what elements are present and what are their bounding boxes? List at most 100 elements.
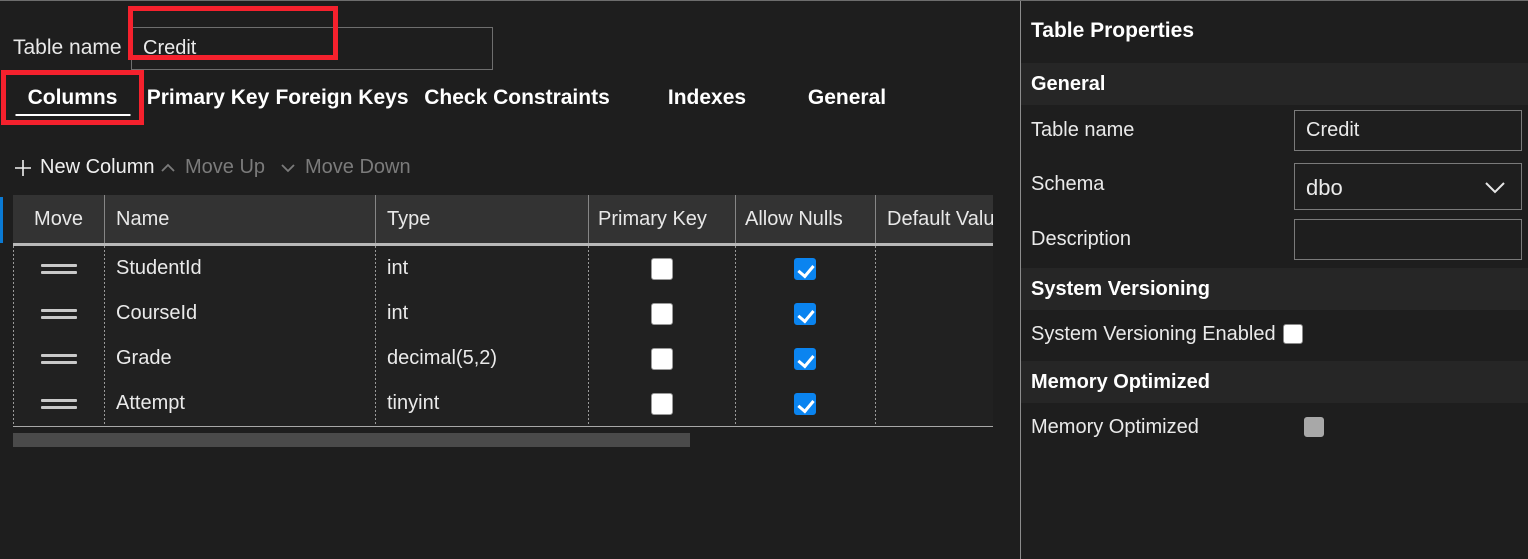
drag-handle-icon[interactable] bbox=[40, 352, 77, 366]
table-properties-pane: Table Properties General Table name Schema… bbox=[1021, 1, 1528, 559]
cell-text: CourseId bbox=[116, 302, 198, 324]
toolbar-button-label: New Column bbox=[40, 156, 155, 178]
new-column-button[interactable]: New Column bbox=[13, 145, 154, 190]
section-header-memory-optimized: Memory Optimized bbox=[1021, 361, 1528, 403]
table-name-input[interactable] bbox=[131, 27, 493, 70]
drag-handle-icon[interactable] bbox=[40, 262, 77, 276]
allow-nulls-checkbox[interactable] bbox=[794, 302, 816, 325]
primary-key-checkbox[interactable] bbox=[650, 257, 673, 280]
toolbar-button-label: Move Up bbox=[185, 156, 266, 178]
cell-type[interactable]: int bbox=[375, 246, 588, 291]
move-up-button: Move Up bbox=[158, 145, 265, 190]
grid-header-move[interactable]: Move bbox=[13, 195, 104, 243]
cell-type[interactable]: tinyint bbox=[375, 381, 588, 426]
allow-nulls-checkbox[interactable] bbox=[794, 257, 816, 280]
table-properties-title: Table Properties bbox=[1031, 19, 1194, 42]
cell-default_value[interactable] bbox=[875, 291, 993, 336]
cell-text: decimal(5,2) bbox=[387, 347, 498, 369]
cell-text: tinyint bbox=[387, 392, 440, 414]
grid-column-separator bbox=[375, 246, 376, 426]
chevron-up-icon bbox=[158, 158, 178, 178]
cell-primary_key[interactable] bbox=[588, 381, 735, 426]
grid-header-separator[interactable] bbox=[588, 195, 589, 243]
move-down-button: Move Down bbox=[278, 145, 411, 190]
primary-key-checkbox[interactable] bbox=[650, 347, 673, 370]
cell-default_value[interactable] bbox=[875, 246, 993, 291]
cell-allow_nulls[interactable] bbox=[735, 291, 875, 336]
tab-general[interactable]: General bbox=[782, 71, 912, 125]
cell-text: int bbox=[387, 302, 409, 324]
grid-header-label: Primary Key bbox=[598, 207, 707, 230]
cell-type[interactable]: int bbox=[375, 291, 588, 336]
description-input[interactable] bbox=[1294, 219, 1522, 260]
grid-header-label: Type bbox=[387, 207, 431, 230]
system-versioning-enabled-checkbox[interactable] bbox=[1283, 324, 1303, 344]
grid-header-separator[interactable] bbox=[104, 195, 105, 243]
tab-check-constraints[interactable]: Check Constraints bbox=[412, 71, 622, 125]
cell-name[interactable]: Attempt bbox=[104, 381, 375, 426]
tab-label: Indexes bbox=[667, 86, 747, 109]
grid-header-type[interactable]: Type bbox=[375, 195, 588, 243]
primary-key-checkbox[interactable] bbox=[650, 302, 673, 325]
cell-move[interactable] bbox=[13, 336, 104, 381]
table-row[interactable]: StudentId int bbox=[13, 246, 993, 291]
tab-label: Foreign Keys bbox=[275, 86, 409, 109]
grid-header-default_value[interactable]: Default Valu bbox=[875, 195, 993, 243]
cell-move[interactable] bbox=[13, 291, 104, 336]
allow-nulls-checkbox[interactable] bbox=[794, 392, 816, 415]
grid-header-row: Move Name Type Primary Key Allow Nulls Defaul… bbox=[13, 195, 993, 243]
section-header-system-versioning: System Versioning bbox=[1021, 268, 1528, 310]
grid-header-separator[interactable] bbox=[875, 195, 876, 243]
drag-handle-icon[interactable] bbox=[40, 397, 77, 411]
cell-default_value[interactable] bbox=[875, 381, 993, 426]
row-divider bbox=[13, 426, 993, 427]
tab-label: Check Constraints bbox=[424, 86, 610, 109]
cell-allow_nulls[interactable] bbox=[735, 246, 875, 291]
grid-header-label: Default Valu bbox=[887, 207, 993, 230]
grid-header-primary_key[interactable]: Primary Key bbox=[588, 195, 735, 243]
tab-label: General bbox=[807, 86, 887, 109]
cell-text: Attempt bbox=[116, 392, 185, 414]
tab-label: Primary Key bbox=[146, 86, 270, 109]
cell-primary_key[interactable] bbox=[588, 246, 735, 291]
tab-primary-key[interactable]: Primary Key bbox=[144, 71, 272, 125]
section-heading-label: Memory Optimized bbox=[1031, 371, 1210, 393]
field-label-system-versioning-enabled: System Versioning Enabled bbox=[1031, 323, 1276, 345]
cell-name[interactable]: CourseId bbox=[104, 291, 375, 336]
cell-allow_nulls[interactable] bbox=[735, 381, 875, 426]
tab-indexes[interactable]: Indexes bbox=[652, 71, 762, 125]
cell-type[interactable]: decimal(5,2) bbox=[375, 336, 588, 381]
field-label-schema: Schema bbox=[1031, 173, 1105, 195]
grid-header-separator[interactable] bbox=[735, 195, 736, 243]
tab-foreign-keys[interactable]: Foreign Keys bbox=[272, 71, 412, 125]
memory-optimized-checkbox bbox=[1304, 417, 1324, 437]
cell-name[interactable]: Grade bbox=[104, 336, 375, 381]
tab-columns[interactable]: Columns bbox=[1, 71, 144, 125]
grid-hscrollbar-thumb[interactable] bbox=[13, 433, 690, 447]
field-label-table-name: Table name bbox=[1031, 119, 1135, 141]
allow-nulls-checkbox[interactable] bbox=[794, 347, 816, 370]
primary-key-checkbox[interactable] bbox=[650, 392, 673, 415]
grid-focus-indicator bbox=[0, 197, 3, 243]
designer-tab-bar: Columns Primary Key Foreign Keys Check Cons… bbox=[0, 71, 1020, 125]
cell-name[interactable]: StudentId bbox=[104, 246, 375, 291]
dropdown-selected-value: dbo bbox=[1306, 175, 1343, 200]
grid-header-separator[interactable] bbox=[375, 195, 376, 243]
table-row[interactable]: Grade decimal(5,2) bbox=[13, 336, 993, 381]
cell-allow_nulls[interactable] bbox=[735, 336, 875, 381]
table-row[interactable]: CourseId int bbox=[13, 291, 993, 336]
schema-dropdown[interactable]: dbo bbox=[1294, 163, 1522, 210]
table-name-input[interactable] bbox=[1294, 110, 1522, 151]
cell-primary_key[interactable] bbox=[588, 291, 735, 336]
cell-move[interactable] bbox=[13, 381, 104, 426]
grid-header-label: Move bbox=[34, 207, 83, 230]
table-row[interactable]: Attempt tinyint bbox=[13, 381, 993, 426]
grid-header-allow_nulls[interactable]: Allow Nulls bbox=[735, 195, 875, 243]
cell-default_value[interactable] bbox=[875, 336, 993, 381]
grid-header-name[interactable]: Name bbox=[104, 195, 375, 243]
cell-move[interactable] bbox=[13, 246, 104, 291]
grid-column-separator bbox=[588, 246, 589, 426]
cell-primary_key[interactable] bbox=[588, 336, 735, 381]
grid-header-label: Name bbox=[116, 207, 170, 230]
drag-handle-icon[interactable] bbox=[40, 307, 77, 321]
